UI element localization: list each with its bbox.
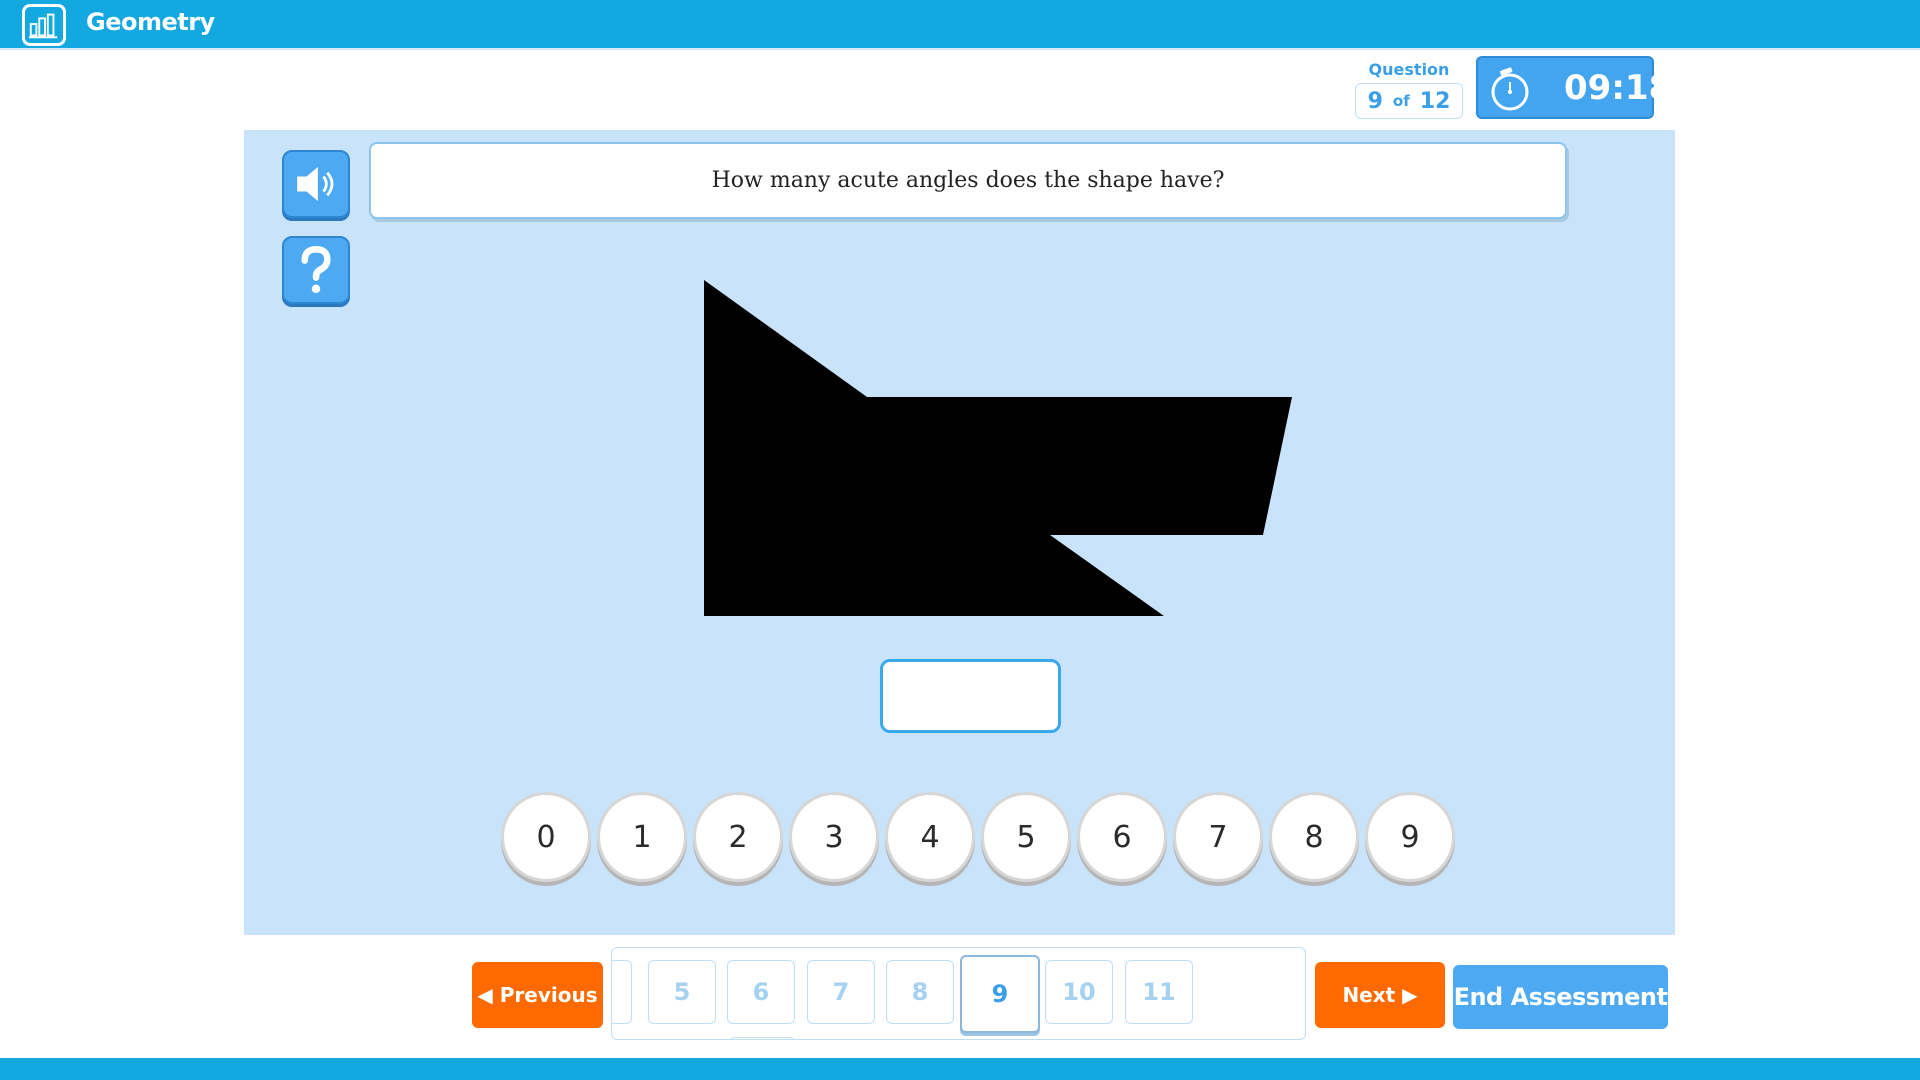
question-panel: How many acute angles does the shape hav… (244, 130, 1675, 935)
key-6[interactable]: 6 (1077, 792, 1167, 882)
of-label: of (1392, 92, 1410, 110)
timer-value: 09:18 (1564, 68, 1673, 108)
key-3[interactable]: 3 (789, 792, 879, 882)
speaker-icon (297, 167, 334, 201)
key-4[interactable]: 4 (885, 792, 975, 882)
question-mark-icon (301, 245, 331, 294)
total-questions-number: 12 (1419, 88, 1451, 114)
app-logo-icon (22, 4, 66, 46)
page-button-7[interactable]: 7 (807, 960, 875, 1024)
key-7[interactable]: 7 (1173, 792, 1263, 882)
app-title: Geometry (86, 8, 215, 36)
page-button-11[interactable]: 11 (1125, 960, 1193, 1024)
end-assessment-button[interactable]: End Assessment (1453, 965, 1668, 1029)
page-button-10[interactable]: 10 (1045, 960, 1113, 1024)
question-pager: 5 6 7 8 9 10 11 (611, 947, 1306, 1040)
question-counter-box: 9 of 12 (1355, 83, 1463, 119)
pager-scroll-stub[interactable] (612, 960, 632, 1024)
geometry-shape (704, 280, 1292, 616)
answer-input[interactable] (880, 659, 1061, 733)
pager-scroll-tab[interactable] (730, 1037, 794, 1039)
audio-button[interactable] (282, 150, 350, 218)
help-button[interactable] (282, 236, 350, 304)
question-text: How many acute angles does the shape hav… (369, 142, 1567, 219)
page-button-9-active[interactable]: 9 (960, 955, 1040, 1033)
key-1[interactable]: 1 (597, 792, 687, 882)
current-question-number: 9 (1367, 88, 1383, 114)
key-5[interactable]: 5 (981, 792, 1071, 882)
question-counter-label: Question (1368, 60, 1450, 79)
key-2[interactable]: 2 (693, 792, 783, 882)
page-button-8[interactable]: 8 (886, 960, 954, 1024)
stopwatch-icon (1486, 64, 1534, 114)
key-9[interactable]: 9 (1365, 792, 1455, 882)
previous-button[interactable]: ◀ Previous (472, 962, 603, 1028)
question-counter: Question 9 of 12 (1355, 60, 1463, 119)
timer: 09:18 (1476, 56, 1672, 119)
page-button-6[interactable]: 6 (727, 960, 795, 1024)
number-keypad: 0 1 2 3 4 5 6 7 8 9 (501, 792, 1455, 882)
key-0[interactable]: 0 (501, 792, 591, 882)
key-8[interactable]: 8 (1269, 792, 1359, 882)
page-button-5[interactable]: 5 (648, 960, 716, 1024)
next-button[interactable]: Next ▶ (1315, 962, 1445, 1028)
bottom-bar (0, 1058, 1920, 1080)
top-bar: Geometry (0, 0, 1920, 50)
